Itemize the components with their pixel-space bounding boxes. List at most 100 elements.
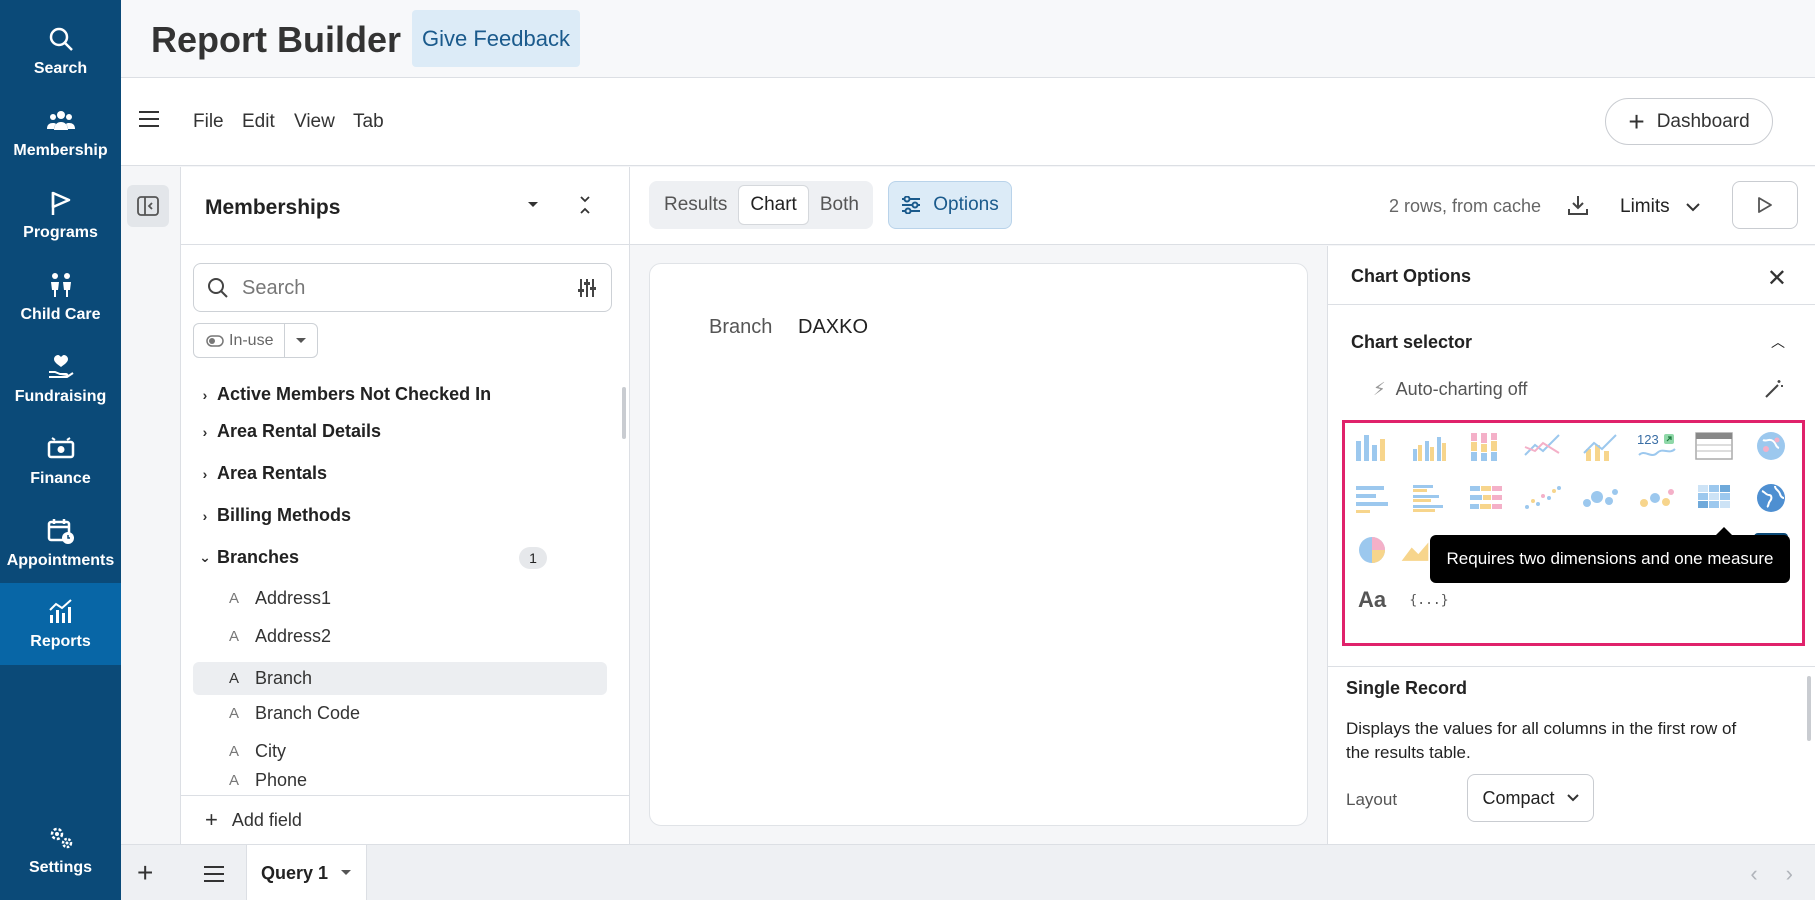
layout-select[interactable]: Compact [1467, 774, 1594, 822]
field-search-input[interactable]: Search [193, 263, 612, 312]
nav-appointments[interactable]: Appointments [0, 502, 121, 584]
limits-dropdown[interactable]: Limits [1620, 196, 1700, 218]
chevron-right-icon: › [202, 507, 208, 524]
field-item[interactable]: A Address1 [193, 582, 607, 615]
grouped-column-chart-icon[interactable] [1407, 428, 1451, 464]
menu-bar: File Edit View Tab + Dashboard [121, 78, 1815, 166]
options-button[interactable]: Options [888, 181, 1012, 229]
field-item-selected[interactable]: A Branch [193, 662, 607, 695]
tab-results[interactable]: Results [653, 185, 738, 225]
nav-programs[interactable]: Programs [0, 174, 121, 256]
stacked-bar-chart-icon[interactable] [1464, 480, 1508, 516]
tab-both[interactable]: Both [809, 185, 870, 225]
heatmap-chart-icon[interactable] [1692, 480, 1736, 516]
download-icon[interactable] [1567, 194, 1589, 216]
stacked-column-chart-icon[interactable] [1464, 428, 1508, 464]
field-item[interactable]: A Phone [193, 767, 607, 793]
magic-wand-icon[interactable] [1763, 378, 1785, 400]
menu-edit[interactable]: Edit [242, 111, 275, 133]
gear-icon [50, 827, 72, 849]
text-type-icon: A [229, 771, 240, 789]
tab-chart[interactable]: Chart [738, 185, 809, 225]
nav-settings[interactable]: Settings [0, 809, 121, 891]
auto-charting-toggle[interactable]: ⚡ Auto-charting off [1373, 379, 1527, 400]
add-field-label: Add field [231, 809, 302, 830]
column-chart-icon[interactable] [1350, 428, 1394, 464]
money-icon [47, 437, 74, 459]
play-icon [1758, 197, 1772, 213]
limits-label: Limits [1620, 196, 1670, 217]
nav-reports[interactable]: Reports [0, 583, 121, 665]
area-chart-icon[interactable] [1400, 532, 1430, 568]
field-item[interactable]: A Address2 [193, 620, 607, 653]
nav-search[interactable]: Search [0, 10, 121, 92]
field-item[interactable]: A City [193, 735, 607, 768]
caret-down-icon [341, 870, 352, 875]
multi-bubble-chart-icon[interactable] [1635, 480, 1679, 516]
single-value-chart-icon[interactable]: 123 [1635, 428, 1679, 464]
menu-tab[interactable]: Tab [353, 111, 384, 133]
single-value-text: 123 [1637, 432, 1659, 447]
menu-view[interactable]: View [294, 111, 335, 133]
chevron-up-icon[interactable]: ︿ [1771, 332, 1785, 352]
record-field-label: Branch [709, 316, 773, 338]
in-use-filter[interactable]: In-use [193, 323, 318, 358]
close-icon[interactable]: ✕ [1767, 264, 1787, 293]
field-group[interactable]: › Area Rentals [193, 457, 607, 490]
add-query-icon[interactable]: + [137, 857, 153, 889]
group-label: Area Rental Details [217, 421, 382, 441]
scatter-chart-icon[interactable] [1521, 480, 1565, 516]
pie-chart-icon[interactable] [1350, 532, 1394, 568]
bubble-chart-icon[interactable] [1578, 480, 1622, 516]
layout-label: Layout [1346, 790, 1398, 809]
panel-toggle-strip [121, 167, 181, 844]
caret-down-icon[interactable] [295, 337, 307, 345]
results-toolbar: Results Chart Both Options 2 rows, from … [630, 167, 1815, 245]
side-nav: Search Membership Programs Child Care Fu… [0, 0, 121, 900]
group-label: Branches [217, 547, 300, 567]
nav-finance[interactable]: Finance [0, 420, 121, 502]
divider [1328, 666, 1815, 667]
add-field-button[interactable]: + Add field [181, 795, 629, 844]
query-tab-bar: + Query 1 ‹ › [121, 844, 1815, 900]
filter-sliders-icon[interactable] [577, 277, 597, 299]
field-group[interactable]: › Area Rental Details [193, 415, 607, 448]
explore-title: Memberships [205, 196, 341, 219]
field-group[interactable]: › Active Members Not Checked In [193, 378, 607, 411]
add-dashboard-button[interactable]: + Dashboard [1605, 98, 1773, 145]
visualization-canvas: Branch DAXKO [649, 263, 1308, 826]
field-group[interactable]: › Billing Methods [193, 499, 607, 532]
field-item[interactable]: A Branch Code [193, 697, 607, 730]
collapse-panel-button[interactable] [127, 185, 169, 227]
page-title: Report Builder [151, 19, 402, 60]
query-list-icon[interactable] [204, 866, 224, 887]
collapse-all-icon[interactable] [578, 195, 592, 215]
query-tab[interactable]: Query 1 [246, 845, 367, 900]
bar-chart-icon[interactable] [1350, 480, 1394, 516]
nav-membership[interactable]: Membership [0, 92, 121, 174]
scrollbar[interactable] [622, 387, 626, 439]
map-points-chart-icon[interactable] [1749, 428, 1793, 464]
dashboard-label: Dashboard [1656, 110, 1750, 132]
field-panel-header: Memberships [181, 167, 629, 245]
globe-chart-icon[interactable] [1749, 480, 1793, 516]
run-button[interactable] [1732, 181, 1798, 229]
field-group-expanded[interactable]: ⌄ Branches 1 [193, 541, 607, 574]
nav-fundraising[interactable]: Fundraising [0, 338, 121, 420]
chart-type-grid: 123 Requires two dimensions and one meas… [1342, 420, 1805, 646]
single-record-title: Single Record [1346, 678, 1468, 698]
menu-file[interactable]: File [193, 111, 224, 133]
combo-chart-icon[interactable] [1578, 428, 1622, 464]
chevron-right-icon[interactable]: › [1786, 861, 1793, 887]
give-feedback-button[interactable]: Give Feedback [412, 10, 580, 67]
hamburger-menu-icon[interactable] [139, 111, 159, 127]
line-chart-icon[interactable] [1521, 428, 1565, 464]
text-chart-icon[interactable]: Aa [1350, 582, 1394, 618]
nav-child-care[interactable]: Child Care [0, 256, 121, 338]
grouped-bar-chart-icon[interactable] [1407, 480, 1451, 516]
caret-down-icon[interactable] [527, 201, 539, 209]
json-chart-icon[interactable]: {...} [1407, 582, 1451, 618]
chevron-left-icon[interactable]: ‹ [1750, 861, 1757, 887]
scrollbar[interactable] [1807, 676, 1811, 741]
table-chart-icon[interactable] [1692, 428, 1736, 464]
